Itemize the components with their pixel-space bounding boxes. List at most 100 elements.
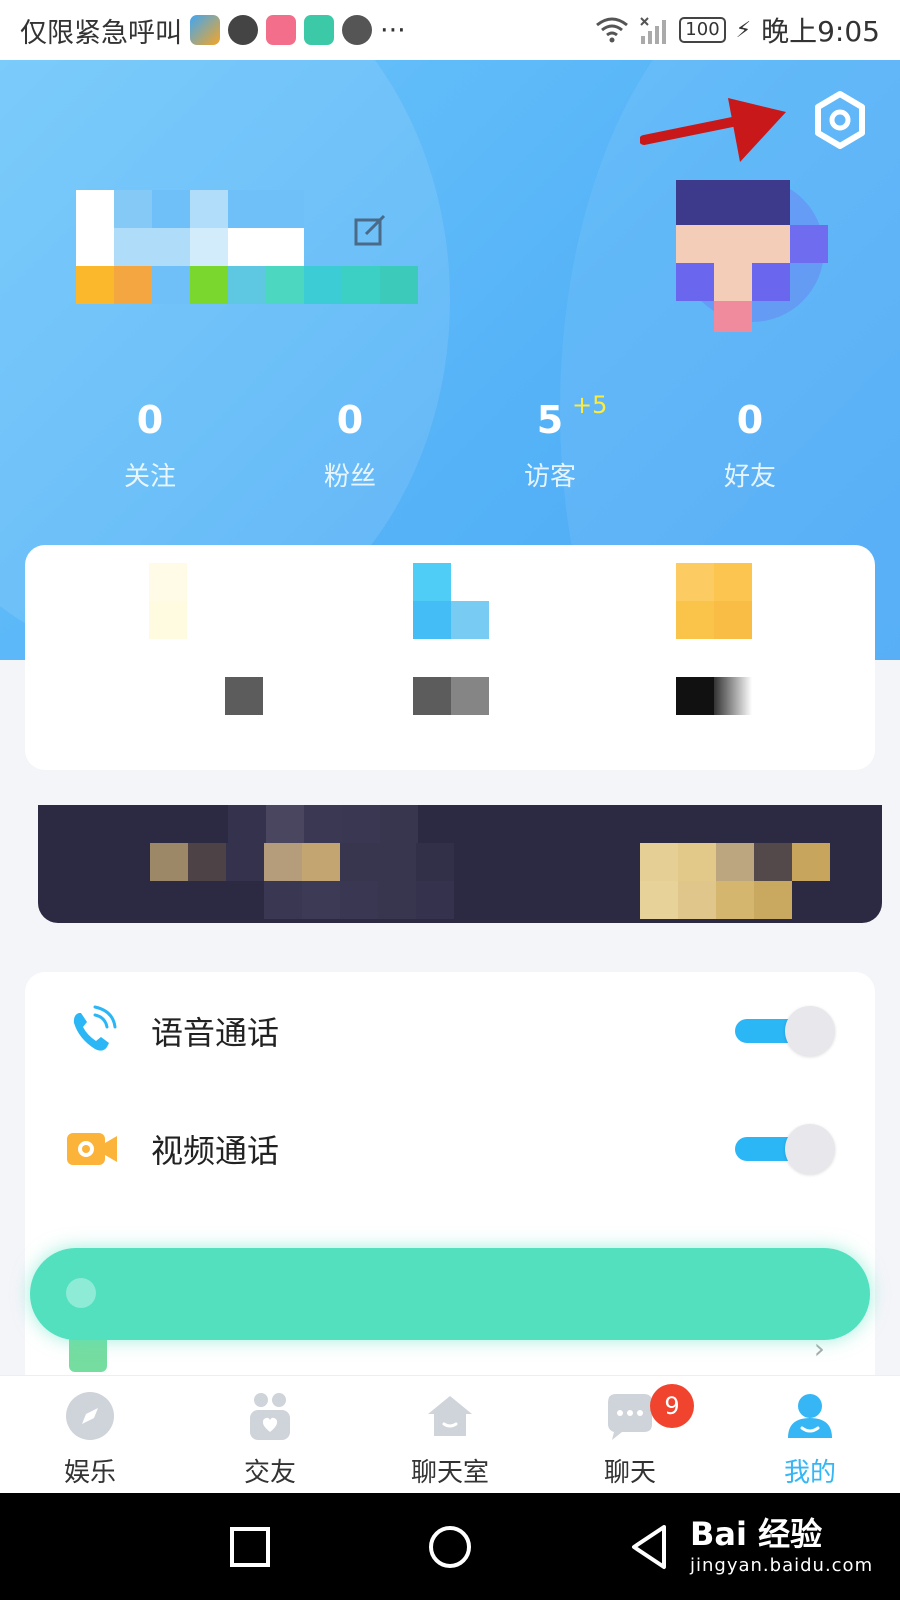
edit-profile-icon[interactable] [352, 212, 388, 248]
banner-pixel [266, 805, 304, 843]
settings-gear-icon[interactable] [810, 90, 870, 150]
tab-chat[interactable]: 9 聊天 [540, 1376, 720, 1493]
quick-item-3[interactable] [676, 563, 752, 715]
visitor-increment: +5 [572, 391, 608, 419]
tab-label: 聊天室 [410, 1458, 489, 1488]
charging-icon: ⚡ [735, 17, 752, 43]
tab-chatroom[interactable]: 聊天室 [360, 1376, 540, 1493]
voice-call-label: 语音通话 [151, 1014, 280, 1052]
tab-label: 我的 [783, 1458, 836, 1488]
home-button[interactable] [420, 1517, 480, 1577]
banner-pixel [678, 843, 716, 881]
tab-label: 交友 [243, 1458, 296, 1488]
recent-apps-button[interactable] [220, 1517, 280, 1577]
stat-label: 访客 [523, 462, 576, 492]
watermark-url: jingyan.baidu.com [690, 1555, 874, 1576]
tab-entertainment[interactable]: 娱乐 [0, 1376, 180, 1493]
wifi-icon [596, 17, 629, 43]
promo-banner[interactable] [38, 805, 882, 923]
pixelated-label [413, 677, 489, 715]
stat-fans[interactable]: 0 粉丝 [260, 395, 440, 505]
video-call-label: 视频通话 [151, 1132, 280, 1170]
status-text: 仅限紧急呼叫 [20, 17, 182, 49]
chat-bubble-icon [608, 1394, 652, 1440]
banner-pixel [640, 881, 678, 919]
signal-icon [640, 17, 667, 44]
banner-pixel [228, 805, 266, 843]
tab-label: 聊天 [603, 1458, 656, 1488]
stat-number: 0 [736, 398, 764, 442]
tab-make-friends[interactable]: 交友 [180, 1376, 360, 1493]
banner-pixel [302, 843, 340, 881]
stat-number: 0 [136, 398, 164, 442]
phone-icon [73, 1005, 117, 1051]
watermark-main: Bai 经验 [690, 1515, 823, 1553]
banner-pixel [716, 843, 754, 881]
video-camera-icon [67, 1133, 117, 1165]
compass-icon [66, 1392, 114, 1440]
banner-pixel [754, 843, 792, 881]
quick-item-2[interactable] [413, 563, 489, 715]
banner-pixel [380, 805, 418, 843]
banner-pixel [378, 881, 416, 919]
tab-me[interactable]: 我的 [720, 1376, 900, 1493]
banner-pixel [792, 843, 830, 881]
quick-access-card [25, 545, 875, 770]
pixelated-label [187, 677, 263, 715]
stat-label: 粉丝 [323, 462, 376, 492]
stat-following[interactable]: 0 关注 [60, 395, 240, 505]
pixelated-icon [676, 563, 752, 639]
banner-pixel [416, 881, 454, 919]
stat-friends[interactable]: 0 好友 [660, 395, 840, 505]
more-notifications: ··· [380, 14, 406, 46]
unread-badge: 9 [650, 1384, 694, 1428]
app-notification-icon [190, 15, 220, 45]
pixelated-icon [413, 563, 489, 639]
banner-pixel [264, 843, 302, 881]
banner-pixel [150, 843, 188, 881]
app-notification-icon [266, 15, 296, 45]
toggle-knob [785, 1006, 835, 1056]
banner-pixel [754, 881, 792, 919]
app-notification-icon [304, 15, 334, 45]
voice-call-toggle[interactable] [735, 1006, 835, 1056]
stat-number: 0 [336, 398, 364, 442]
stat-visitors[interactable]: 5 +5 访客 [460, 391, 640, 505]
evernote-icon [228, 15, 258, 45]
home-icon [428, 1396, 472, 1436]
banner-pixel [302, 881, 340, 919]
status-bar: 仅限紧急呼叫 ··· 100 ⚡ 晚上9:05 [0, 0, 900, 60]
pixelated-icon [149, 563, 263, 639]
banner-pixel [716, 881, 754, 919]
stat-label: 关注 [123, 462, 176, 492]
friends-icon [250, 1393, 290, 1440]
user-icon [788, 1394, 832, 1438]
battery-indicator: 100 [679, 17, 726, 43]
voice-call-row: 语音通话 [25, 972, 875, 1090]
banner-pixel [188, 843, 226, 881]
banner-pixel [416, 843, 454, 881]
baidu-watermark: Bai 经验 jingyan.baidu.com [690, 1509, 873, 1576]
banner-pixel [340, 881, 378, 919]
avatar[interactable] [676, 180, 828, 332]
video-call-toggle[interactable] [735, 1124, 835, 1174]
stat-label: 好友 [723, 462, 776, 492]
quick-item-1[interactable] [149, 563, 263, 715]
profile-stats: 0 关注 0 粉丝 5 +5 访客 0 好友 [60, 391, 840, 505]
toggle-knob [785, 1124, 835, 1174]
banner-pixel [640, 843, 678, 881]
stat-number: 5 [536, 398, 564, 442]
video-call-row: 视频通话 [25, 1090, 875, 1208]
pixelated-label [676, 677, 752, 715]
banner-pixel [678, 881, 716, 919]
banner-pixel [378, 843, 416, 881]
system-navigation-bar: Bai 经验 jingyan.baidu.com [0, 1493, 900, 1600]
back-button[interactable] [620, 1517, 680, 1577]
annotation-arrow [640, 98, 786, 162]
floating-bar-icon [66, 1278, 96, 1308]
banner-pixel [342, 805, 380, 843]
banner-pixel [304, 805, 342, 843]
floating-action-bar[interactable] [30, 1248, 870, 1340]
banner-pixel [226, 843, 264, 881]
wechat-icon [342, 15, 372, 45]
